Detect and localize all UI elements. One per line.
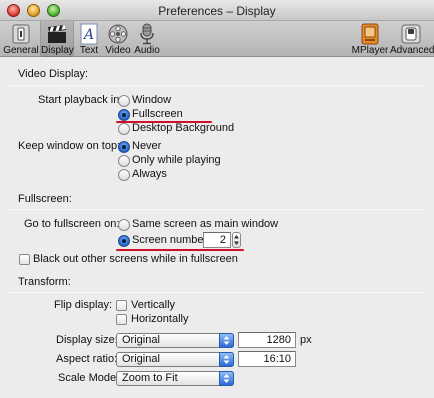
screen-number-stepper[interactable] <box>232 232 241 248</box>
preferences-toolbar: General Display A Text Video Audio MPlay… <box>0 21 434 57</box>
display-size-px-field[interactable]: 1280 <box>238 332 296 348</box>
toolbar-tab-mplayer[interactable]: MPlayer <box>350 21 390 57</box>
radio-fullscreen-screen-number-label[interactable]: Screen number: <box>132 234 210 246</box>
radio-ontop-while-playing-label[interactable]: Only while playing <box>132 154 221 166</box>
toolbar-tab-advanced[interactable]: Advanced <box>390 21 434 57</box>
aspect-ratio-label: Aspect ratio: <box>56 353 118 365</box>
toolbar-label: MPlayer <box>351 45 389 56</box>
window-title: Preferences – Display <box>158 4 276 18</box>
divider <box>9 209 425 210</box>
go-fullscreen-label: Go to fullscreen on: <box>24 218 120 230</box>
section-title-video-display: Video Display: <box>18 68 89 80</box>
section-title-fullscreen: Fullscreen: <box>18 193 72 205</box>
audio-mic-icon <box>140 23 154 45</box>
stepper-arrows-icon <box>234 235 239 245</box>
radio-fullscreen-same-screen[interactable] <box>118 219 130 231</box>
popup-arrows-icon <box>219 371 234 386</box>
radio-start-fullscreen[interactable] <box>118 109 130 121</box>
radio-ontop-always[interactable] <box>118 169 130 181</box>
toolbar-label: General <box>3 45 39 56</box>
scale-mode-popup[interactable]: Zoom to Fit <box>116 371 234 386</box>
screen-number-field[interactable]: 2 <box>203 232 231 248</box>
toolbar-tab-audio[interactable]: Audio <box>134 21 160 57</box>
flip-horizontal-checkbox[interactable] <box>116 314 127 325</box>
popup-arrows-icon <box>219 333 234 348</box>
scale-mode-value: Zoom to Fit <box>122 372 178 384</box>
aspect-ratio-custom-field[interactable]: 16:10 <box>238 351 296 367</box>
radio-fullscreen-same-screen-label[interactable]: Same screen as main window <box>132 218 278 230</box>
radio-ontop-always-label[interactable]: Always <box>132 168 167 180</box>
radio-start-window-label[interactable]: Window <box>132 94 171 106</box>
scale-mode-label: Scale Mode: <box>58 372 120 384</box>
flip-vertical-checkbox[interactable] <box>116 300 127 311</box>
display-size-unit: px <box>300 334 312 346</box>
toolbar-label: Text <box>79 45 99 56</box>
keep-on-top-label: Keep window on top: <box>18 140 121 152</box>
toolbar-tab-text[interactable]: A Text <box>76 21 102 57</box>
text-icon: A <box>80 23 98 45</box>
toolbar-tab-display[interactable]: Display <box>40 21 74 57</box>
aspect-ratio-value: Original <box>122 353 160 365</box>
flip-horizontal-label[interactable]: Horizontally <box>131 313 188 325</box>
display-size-label: Display size: <box>56 334 118 346</box>
popup-arrows-icon <box>219 352 234 367</box>
radio-start-desktop-background-label[interactable]: Desktop Background <box>132 122 234 134</box>
display-size-value: Original <box>122 334 160 346</box>
preferences-window: Preferences – Display General Display A … <box>0 0 434 398</box>
toolbar-tab-video[interactable]: Video <box>104 21 132 57</box>
toolbar-tab-general[interactable]: General <box>3 21 39 57</box>
divider <box>9 292 425 293</box>
svg-text:A: A <box>82 27 94 43</box>
flip-vertical-label[interactable]: Vertically <box>131 299 175 311</box>
advanced-switch-icon <box>401 24 421 44</box>
title-bar[interactable]: Preferences – Display <box>0 0 434 21</box>
radio-start-window[interactable] <box>118 95 130 107</box>
radio-start-desktop-background[interactable] <box>118 123 130 135</box>
start-playback-label: Start playback in: <box>38 94 123 106</box>
toolbar-label: Audio <box>134 45 160 56</box>
toolbar-label: Advanced <box>390 45 434 56</box>
video-reel-icon <box>108 24 128 44</box>
toolbar-label: Video <box>105 45 131 56</box>
general-icon <box>12 24 30 44</box>
radio-ontop-never-label[interactable]: Never <box>132 140 161 152</box>
toolbar-label: Display <box>41 45 74 56</box>
radio-start-fullscreen-label[interactable]: Fullscreen <box>132 108 183 120</box>
radio-ontop-never[interactable] <box>118 141 130 153</box>
annotation-underline <box>116 249 244 251</box>
radio-ontop-while-playing[interactable] <box>118 155 130 167</box>
divider <box>9 85 425 86</box>
display-clapper-icon <box>48 25 66 43</box>
radio-fullscreen-screen-number[interactable] <box>118 235 130 247</box>
aspect-ratio-popup[interactable]: Original <box>116 352 234 367</box>
black-out-checkbox[interactable] <box>19 254 30 265</box>
black-out-label[interactable]: Black out other screens while in fullscr… <box>33 253 238 265</box>
display-size-popup[interactable]: Original <box>116 333 234 348</box>
flip-display-label: Flip display: <box>54 299 113 311</box>
section-title-transform: Transform: <box>18 276 71 288</box>
mplayer-icon <box>361 23 379 45</box>
